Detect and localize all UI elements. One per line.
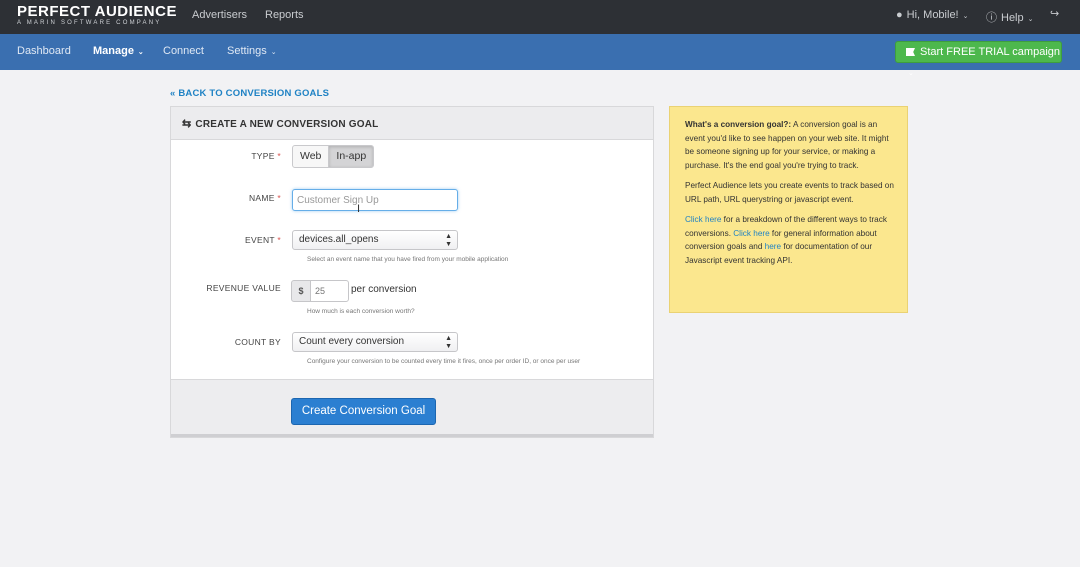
name-label: NAME *: [171, 193, 281, 203]
count-by-help: Configure your conversion to be counted …: [307, 358, 581, 365]
swap-arrows-icon: ⇆: [182, 118, 192, 130]
divider: [171, 434, 653, 437]
required-mark: *: [277, 193, 281, 203]
tab-dashboard[interactable]: Dashboard: [17, 45, 71, 57]
info-icon: ⓘ: [986, 12, 997, 24]
help-menu[interactable]: ⓘ Help ⌄: [986, 9, 1033, 25]
type-option-web[interactable]: Web: [293, 146, 330, 167]
select-arrows-icon: ▲ ▼: [445, 233, 452, 248]
revenue-help: How much is each conversion worth?: [307, 308, 415, 315]
chevron-down-icon: ⌄: [1025, 16, 1034, 23]
top-bar: PERFECT AUDIENCE A MARIN SOFTWARE COMPAN…: [0, 0, 1080, 34]
chevron-down-icon: ⌄: [960, 13, 969, 20]
user-menu-label: Hi, Mobile!: [906, 9, 959, 21]
chevron-down-icon: ⌄: [135, 49, 144, 56]
api-docs-link[interactable]: here: [765, 242, 781, 251]
logo-main: PERFECT AUDIENCE: [17, 3, 177, 20]
info-heading: What's a conversion goal?:: [685, 120, 792, 129]
type-option-in-app[interactable]: In-app: [329, 146, 374, 167]
chevron-down-icon: ⌄: [908, 70, 914, 77]
start-trial-label: Start FREE TRIAL campaign: [920, 46, 1060, 58]
tab-settings[interactable]: Settings ⌄: [227, 45, 277, 57]
breakdown-link[interactable]: Click here: [685, 215, 721, 224]
info-p2-text: Perfect Audience lets you create events …: [685, 181, 894, 204]
event-select[interactable]: devices.all_opens ▲ ▼: [292, 230, 458, 250]
select-arrows-icon: ▲ ▼: [445, 335, 452, 350]
conversion-goal-info-box: What's a conversion goal?: A conversion …: [669, 106, 908, 313]
count-by-label: COUNT BY: [234, 337, 281, 347]
nav-advertisers[interactable]: Advertisers: [192, 9, 247, 21]
logout-icon[interactable]: ↪: [1050, 7, 1059, 20]
tab-settings-label: Settings: [227, 45, 267, 57]
text-cursor-icon: I: [357, 203, 361, 215]
event-help: Select an event name that you have fired…: [307, 256, 509, 263]
logo[interactable]: PERFECT AUDIENCE A MARIN SOFTWARE COMPAN…: [17, 4, 177, 27]
tab-manage[interactable]: Manage ⌄: [93, 45, 144, 57]
form-footer: Create Conversion Goal: [171, 379, 653, 437]
info-paragraph: What's a conversion goal?: A conversion …: [685, 118, 895, 172]
flag-icon: [906, 48, 915, 56]
event-label-text: EVENT: [245, 235, 275, 245]
help-menu-label: Help: [1001, 12, 1024, 24]
count-by-value: Count every conversion: [299, 336, 405, 347]
create-conversion-goal-button[interactable]: Create Conversion Goal: [291, 398, 436, 425]
general-info-link[interactable]: Click here: [733, 229, 769, 238]
nav-reports[interactable]: Reports: [265, 9, 304, 21]
revenue-input[interactable]: [310, 280, 349, 302]
type-label: TYPE *: [171, 151, 281, 161]
type-label-text: TYPE: [251, 151, 275, 161]
user-menu[interactable]: ● Hi, Mobile! ⌄: [896, 9, 968, 21]
revenue-suffix: per conversion: [351, 284, 417, 295]
type-toggle: Web In-app: [292, 145, 375, 168]
info-paragraph: Click here for a breakdown of the differ…: [685, 213, 895, 267]
form-title: CREATE A NEW CONVERSION GOAL: [195, 119, 379, 130]
revenue-label: REVENUE VALUE: [206, 283, 281, 293]
required-mark: *: [277, 235, 281, 245]
event-select-value: devices.all_opens: [299, 234, 379, 245]
required-mark: *: [277, 151, 281, 161]
back-to-conversion-goals-link[interactable]: « BACK TO CONVERSION GOALS: [170, 88, 329, 99]
conversion-goal-form: ⇆ CREATE A NEW CONVERSION GOAL TYPE * Web…: [170, 106, 654, 438]
logo-sub: A MARIN SOFTWARE COMPANY: [17, 20, 162, 26]
form-header: ⇆ CREATE A NEW CONVERSION GOAL: [171, 107, 653, 140]
name-input[interactable]: [292, 189, 458, 211]
chevron-down-icon: ⌄: [268, 49, 277, 56]
start-trial-button[interactable]: Start FREE TRIAL campaign ⌄: [895, 41, 1062, 77]
currency-addon: $: [291, 280, 311, 302]
name-label-text: NAME: [248, 193, 275, 203]
count-by-select[interactable]: Count every conversion ▲ ▼: [292, 332, 458, 352]
tab-connect[interactable]: Connect: [163, 45, 204, 57]
event-label: EVENT *: [171, 235, 281, 245]
user-icon: ●: [896, 9, 903, 21]
tab-manage-label: Manage: [93, 45, 134, 57]
